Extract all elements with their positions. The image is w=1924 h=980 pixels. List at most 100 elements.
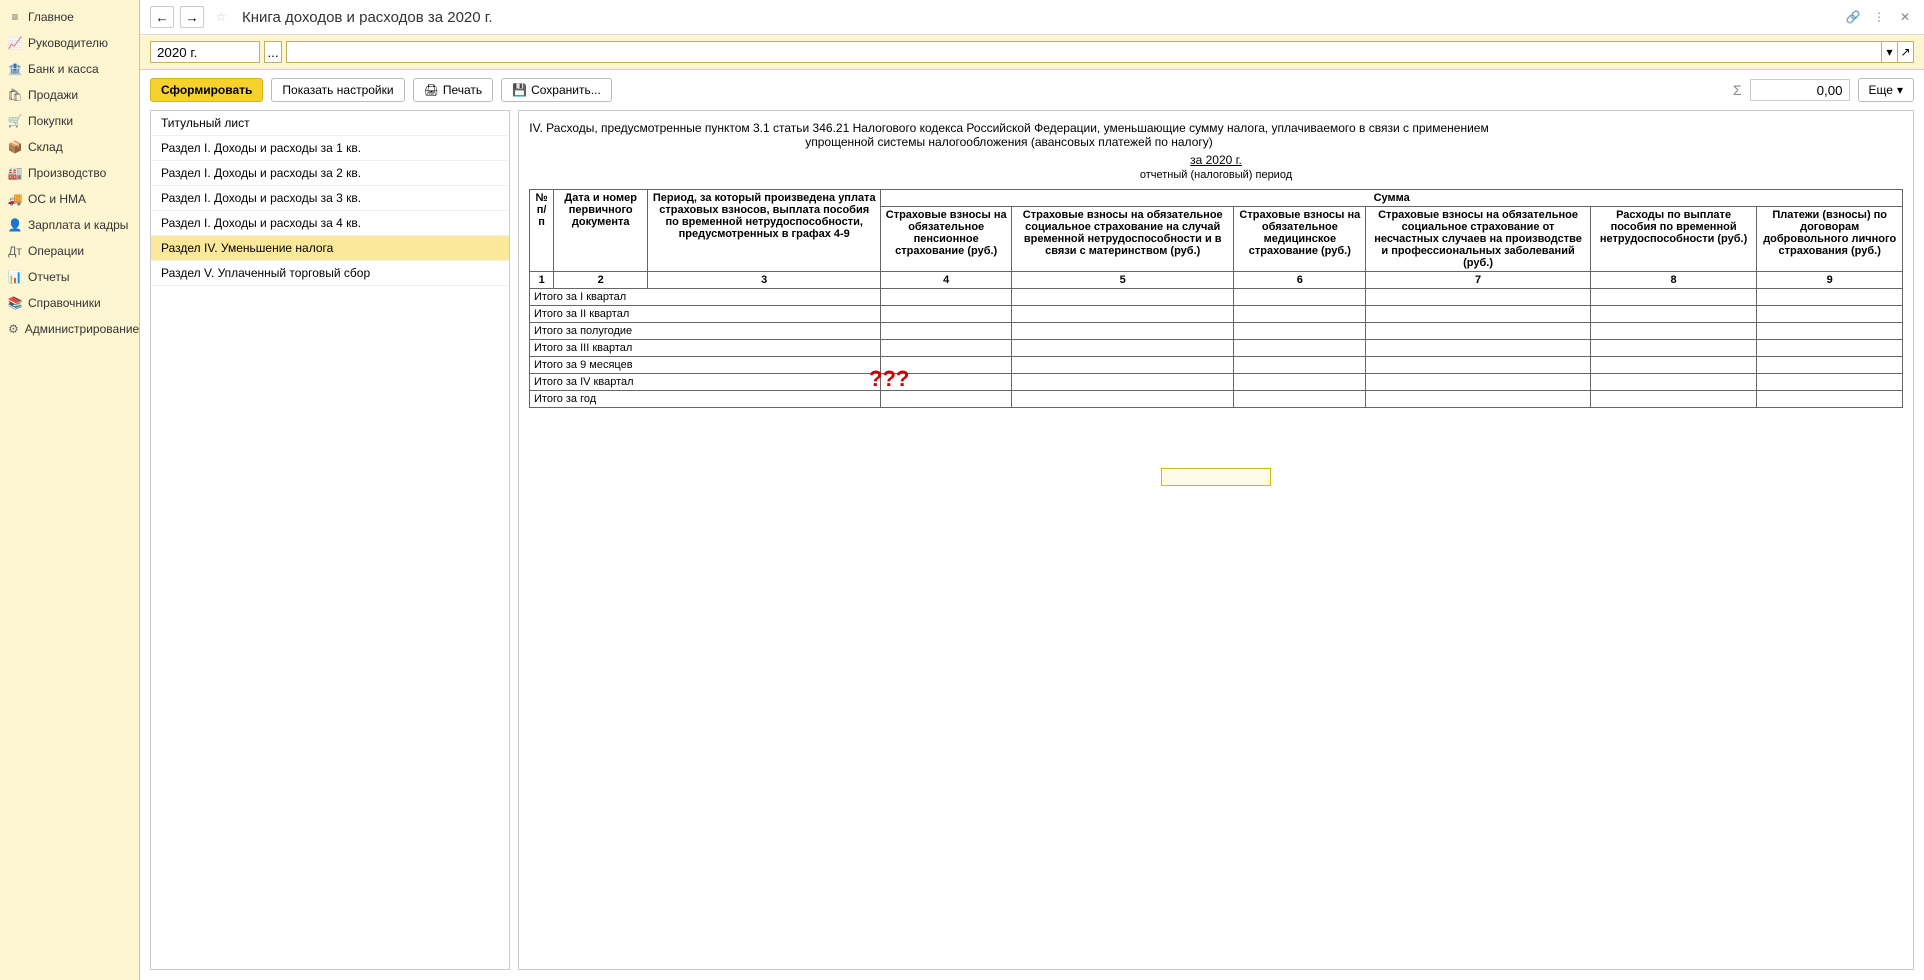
report-year: за 2020 г.: [529, 153, 1903, 167]
colnum-3: 3: [648, 272, 881, 289]
dropdown-icon[interactable]: ▾: [1881, 42, 1897, 62]
back-button[interactable]: ←: [150, 6, 174, 28]
period-input[interactable]: [150, 41, 260, 63]
table-cell[interactable]: [1366, 340, 1591, 357]
table-cell[interactable]: [1012, 374, 1234, 391]
row-label[interactable]: Итого за I квартал: [530, 289, 881, 306]
colnum-1: 1: [530, 272, 554, 289]
table-cell[interactable]: [881, 323, 1012, 340]
generate-button[interactable]: Сформировать: [150, 78, 263, 102]
table-cell[interactable]: [1234, 391, 1366, 408]
table-cell[interactable]: [1234, 357, 1366, 374]
table-cell[interactable]: [1234, 306, 1366, 323]
section-q3[interactable]: Раздел I. Доходы и расходы за 3 кв.: [151, 186, 509, 211]
table-cell[interactable]: [1012, 340, 1234, 357]
save-button[interactable]: 💾Сохранить...: [501, 78, 612, 102]
sidebar-item-reports[interactable]: 📊Отчеты: [0, 264, 139, 290]
close-icon[interactable]: ✕: [1896, 8, 1914, 26]
table-cell[interactable]: [1590, 391, 1757, 408]
table-cell[interactable]: [1590, 289, 1757, 306]
table-cell[interactable]: [1757, 289, 1903, 306]
sidebar-item-production[interactable]: 🏭Производство: [0, 160, 139, 186]
period-bar: ... ▾ ↗: [140, 35, 1924, 70]
section-v[interactable]: Раздел V. Уплаченный торговый сбор: [151, 261, 509, 286]
box-icon: 📦: [8, 140, 22, 154]
row-label[interactable]: Итого за III квартал: [530, 340, 881, 357]
table-cell[interactable]: [1012, 357, 1234, 374]
sidebar-item-operations[interactable]: ДтОперации: [0, 238, 139, 264]
sidebar-item-purchases[interactable]: 🛒Покупки: [0, 108, 139, 134]
more-icon[interactable]: ⋮: [1870, 8, 1888, 26]
sidebar-item-references[interactable]: 📚Справочники: [0, 290, 139, 316]
print-button[interactable]: 🖨Печать: [413, 78, 494, 102]
sidebar-item-sales[interactable]: 🛍Продажи: [0, 82, 139, 108]
row-label[interactable]: Итого за полугодие: [530, 323, 881, 340]
table-cell[interactable]: [1590, 357, 1757, 374]
ops-icon: Дт: [8, 244, 22, 258]
chart-icon: 📈: [8, 36, 22, 50]
table-cell[interactable]: [881, 289, 1012, 306]
table-cell[interactable]: [1012, 289, 1234, 306]
col-5: Страховые взносы на обязательное социаль…: [1012, 207, 1234, 272]
row-label[interactable]: Итого за 9 месяцев: [530, 357, 881, 374]
table-cell[interactable]: [1366, 323, 1591, 340]
table-cell[interactable]: [1757, 391, 1903, 408]
sidebar-item-warehouse[interactable]: 📦Склад: [0, 134, 139, 160]
table-cell[interactable]: [1234, 340, 1366, 357]
section-q1[interactable]: Раздел I. Доходы и расходы за 1 кв.: [151, 136, 509, 161]
table-cell[interactable]: [1590, 374, 1757, 391]
table-cell[interactable]: [881, 306, 1012, 323]
table-cell[interactable]: [1590, 323, 1757, 340]
section-title-page[interactable]: Титульный лист: [151, 111, 509, 136]
table-cell[interactable]: [1590, 306, 1757, 323]
sidebar-item-admin[interactable]: ⚙Администрирование: [0, 316, 139, 342]
table-cell[interactable]: [1757, 340, 1903, 357]
table-cell[interactable]: [881, 391, 1012, 408]
table-cell[interactable]: [881, 340, 1012, 357]
sidebar-item-salary[interactable]: 👤Зарплата и кадры: [0, 212, 139, 238]
table-cell[interactable]: [1366, 391, 1591, 408]
row-label[interactable]: Итого за год: [530, 391, 881, 408]
table-cell[interactable]: [1757, 323, 1903, 340]
table-cell[interactable]: [1234, 374, 1366, 391]
sections-panel: Титульный лист Раздел I. Доходы и расход…: [150, 110, 510, 970]
organization-field[interactable]: ▾ ↗: [286, 41, 1914, 63]
section-iv[interactable]: Раздел IV. Уменьшение налога: [151, 236, 509, 261]
table-cell[interactable]: [1012, 306, 1234, 323]
table-cell[interactable]: [1234, 323, 1366, 340]
table-cell[interactable]: [1757, 306, 1903, 323]
more-button[interactable]: Еще ▾: [1858, 78, 1914, 102]
sidebar-item-assets[interactable]: 🚚ОС и НМА: [0, 186, 139, 212]
link-icon[interactable]: 🔗: [1844, 8, 1862, 26]
table-cell[interactable]: [1012, 323, 1234, 340]
menu-icon: ≡: [8, 10, 22, 24]
sidebar-item-manager[interactable]: 📈Руководителю: [0, 30, 139, 56]
section-q2[interactable]: Раздел I. Доходы и расходы за 2 кв.: [151, 161, 509, 186]
show-settings-button[interactable]: Показать настройки: [271, 78, 404, 102]
table-cell[interactable]: [1012, 391, 1234, 408]
open-icon[interactable]: ↗: [1897, 42, 1913, 62]
table-cell[interactable]: [1757, 357, 1903, 374]
table-cell[interactable]: [1590, 340, 1757, 357]
table-cell[interactable]: [1366, 306, 1591, 323]
sum-field[interactable]: [1750, 79, 1850, 101]
table-cell[interactable]: [1234, 289, 1366, 306]
sidebar-item-bank[interactable]: 🏦Банк и касса: [0, 56, 139, 82]
selected-cell-highlight: [1161, 468, 1271, 486]
toolbar: Сформировать Показать настройки 🖨Печать …: [140, 70, 1924, 110]
row-label[interactable]: Итого за IV квартал: [530, 374, 881, 391]
organization-input[interactable]: [287, 42, 1881, 62]
forward-button[interactable]: →: [180, 6, 204, 28]
period-picker-button[interactable]: ...: [264, 41, 282, 63]
table-cell[interactable]: [1366, 357, 1591, 374]
sidebar-item-main[interactable]: ≡Главное: [0, 4, 139, 30]
bank-icon: 🏦: [8, 62, 22, 76]
section-q4[interactable]: Раздел I. Доходы и расходы за 4 кв.: [151, 211, 509, 236]
table-cell[interactable]: [1757, 374, 1903, 391]
table-cell[interactable]: [1366, 374, 1591, 391]
star-icon[interactable]: ☆: [210, 6, 232, 28]
table-cell[interactable]: [1366, 289, 1591, 306]
col-7: Страховые взносы на обязательное социаль…: [1366, 207, 1591, 272]
row-label[interactable]: Итого за II квартал: [530, 306, 881, 323]
table-row: Итого за 9 месяцев: [530, 357, 1903, 374]
